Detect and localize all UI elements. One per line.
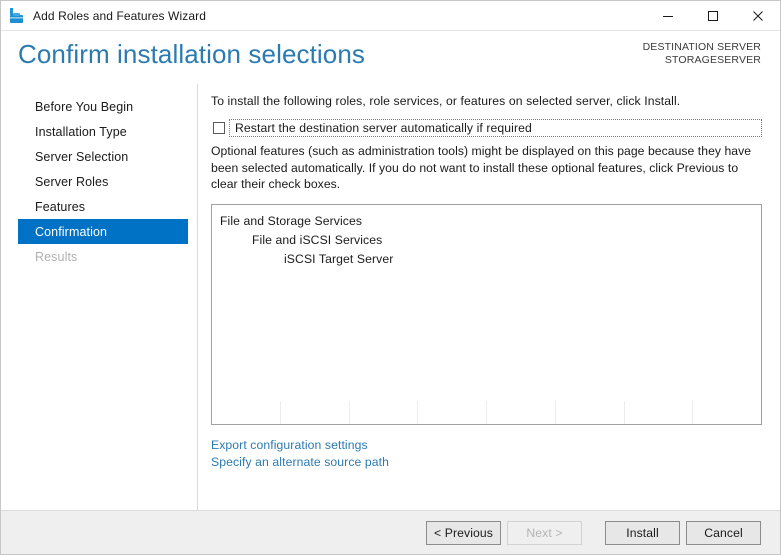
selections-list: File and Storage Services File and iSCSI… <box>212 205 761 269</box>
window-title: Add Roles and Features Wizard <box>33 9 206 23</box>
cancel-button[interactable]: Cancel <box>686 521 761 545</box>
previous-button[interactable]: < Previous <box>426 521 501 545</box>
sidebar-item-before-you-begin[interactable]: Before You Begin <box>18 94 188 119</box>
restart-checkbox-row[interactable]: Restart the destination server automatic… <box>211 118 762 137</box>
sidebar-item-features[interactable]: Features <box>18 194 188 219</box>
list-item[interactable]: File and iSCSI Services <box>220 231 761 250</box>
maximize-icon[interactable] <box>690 1 735 30</box>
destination-server-label: DESTINATION SERVER <box>643 41 761 54</box>
list-item[interactable]: File and Storage Services <box>220 212 761 231</box>
destination-server-name: STORAGESERVER <box>643 54 761 67</box>
content-pane: To install the following roles, role ser… <box>198 84 780 510</box>
sidebar-item-results: Results <box>18 244 188 269</box>
destination-server-info: DESTINATION SERVER STORAGESERVER <box>643 41 761 67</box>
page-header: Confirm installation selections DESTINAT… <box>1 31 780 84</box>
sidebar-item-server-roles[interactable]: Server Roles <box>18 169 188 194</box>
minimize-icon[interactable] <box>645 1 690 30</box>
sidebar-item-installation-type[interactable]: Installation Type <box>18 119 188 144</box>
install-button[interactable]: Install <box>605 521 680 545</box>
page-title: Confirm installation selections <box>18 39 365 70</box>
sidebar-item-server-selection[interactable]: Server Selection <box>18 144 188 169</box>
intro-text: To install the following roles, role ser… <box>211 94 762 108</box>
listbox-grid-lines <box>212 401 761 424</box>
restart-checkbox[interactable] <box>213 122 225 134</box>
title-bar: Add Roles and Features Wizard <box>1 1 780 31</box>
wizard-nav-sidebar: Before You Begin Installation Type Serve… <box>1 84 198 510</box>
add-roles-wizard-window: Add Roles and Features Wizard Confirm in… <box>0 0 781 555</box>
list-item[interactable]: iSCSI Target Server <box>220 250 761 269</box>
restart-checkbox-focus-ring[interactable]: Restart the destination server automatic… <box>229 119 762 137</box>
window-controls <box>645 1 780 30</box>
wizard-footer: < Previous Next > Install Cancel <box>1 510 780 554</box>
body-area: Before You Begin Installation Type Serve… <box>1 84 780 510</box>
close-icon[interactable] <box>735 1 780 30</box>
optional-features-note: Optional features (such as administratio… <box>211 143 762 193</box>
specify-alternate-source-path-link[interactable]: Specify an alternate source path <box>211 454 389 471</box>
wizard-links: Export configuration settings Specify an… <box>211 437 762 471</box>
export-configuration-settings-link[interactable]: Export configuration settings <box>211 437 368 454</box>
restart-checkbox-label: Restart the destination server automatic… <box>235 121 532 135</box>
sidebar-item-confirmation[interactable]: Confirmation <box>18 219 188 244</box>
next-button: Next > <box>507 521 582 545</box>
toolbox-icon <box>8 7 26 25</box>
selections-listbox[interactable]: File and Storage Services File and iSCSI… <box>211 204 762 425</box>
